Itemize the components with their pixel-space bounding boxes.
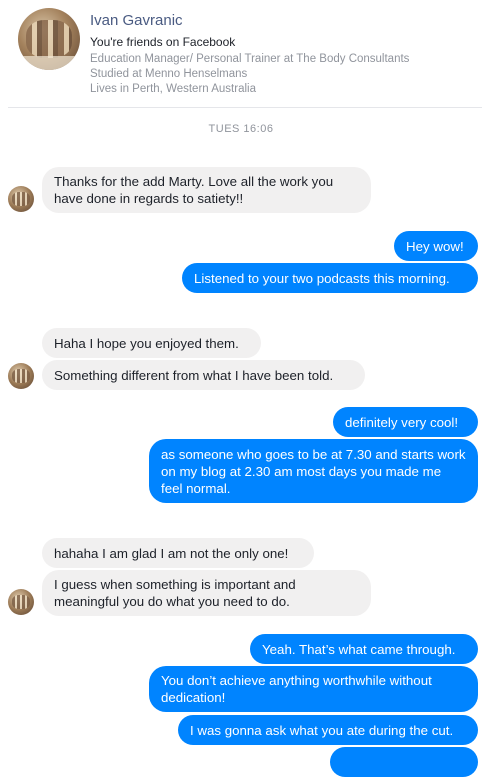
message-text: Listened to your two podcasts this morni… [194, 270, 450, 286]
conversation-header: Ivan Gavranic You're friends on Facebook… [0, 0, 482, 108]
sender-avatar[interactable] [8, 589, 34, 615]
message-bubble-incoming[interactable]: Thanks for the add Marty. Love all the w… [42, 167, 371, 213]
message-text: Hey wow! [406, 238, 464, 254]
message-bubble-outgoing[interactable]: definitely very cool! [333, 407, 478, 437]
message-text: definitely very cool! [345, 414, 459, 430]
message-bubble-outgoing[interactable]: You don’t achieve anything worthwhile wi… [149, 666, 478, 712]
message-text: hahaha I am glad I am not the only one! [54, 545, 289, 561]
message-bubble-outgoing-partial[interactable] [330, 747, 478, 777]
header-divider [8, 107, 482, 108]
message-text: Something different from what I have bee… [54, 367, 334, 383]
message-timestamp: TUES 16:06 [208, 123, 274, 135]
sender-avatar[interactable] [8, 363, 34, 389]
message-text: Haha I hope you enjoyed them. [54, 335, 239, 351]
message-bubble-outgoing[interactable]: as someone who goes to be at 7.30 and st… [149, 439, 478, 503]
message-bubble-incoming[interactable]: hahaha I am glad I am not the only one! [42, 538, 314, 568]
message-bubble-outgoing[interactable]: Listened to your two podcasts this morni… [182, 263, 478, 293]
message-bubble-outgoing[interactable]: Yeah. That’s what came through. [250, 634, 478, 664]
message-text: I was gonna ask what you ate during the … [190, 722, 454, 738]
sender-avatar[interactable] [8, 186, 34, 212]
message-bubble-incoming[interactable]: Haha I hope you enjoyed them. [42, 328, 261, 358]
message-text: I guess when something is important and … [54, 577, 296, 609]
profile-avatar[interactable] [18, 8, 80, 70]
message-bubble-incoming[interactable]: I guess when something is important and … [42, 570, 371, 616]
contact-location: Lives in Perth, Western Australia [90, 83, 256, 95]
message-text: Thanks for the add Marty. Love all the w… [54, 174, 334, 206]
contact-education: Studied at Menno Henselmans [90, 68, 248, 80]
message-bubble-incoming[interactable]: Something different from what I have bee… [42, 360, 365, 390]
message-text: Yeah. That’s what came through. [262, 641, 456, 657]
contact-work: Education Manager/ Personal Trainer at T… [90, 53, 410, 65]
friendship-status: You're friends on Facebook [90, 35, 236, 49]
message-text: as someone who goes to be at 7.30 and st… [161, 446, 466, 496]
message-bubble-outgoing[interactable]: Hey wow! [394, 231, 478, 261]
contact-name[interactable]: Ivan Gavranic [90, 12, 183, 29]
message-text: You don’t achieve anything worthwhile wi… [161, 673, 432, 705]
message-bubble-outgoing[interactable]: I was gonna ask what you ate during the … [178, 715, 478, 745]
